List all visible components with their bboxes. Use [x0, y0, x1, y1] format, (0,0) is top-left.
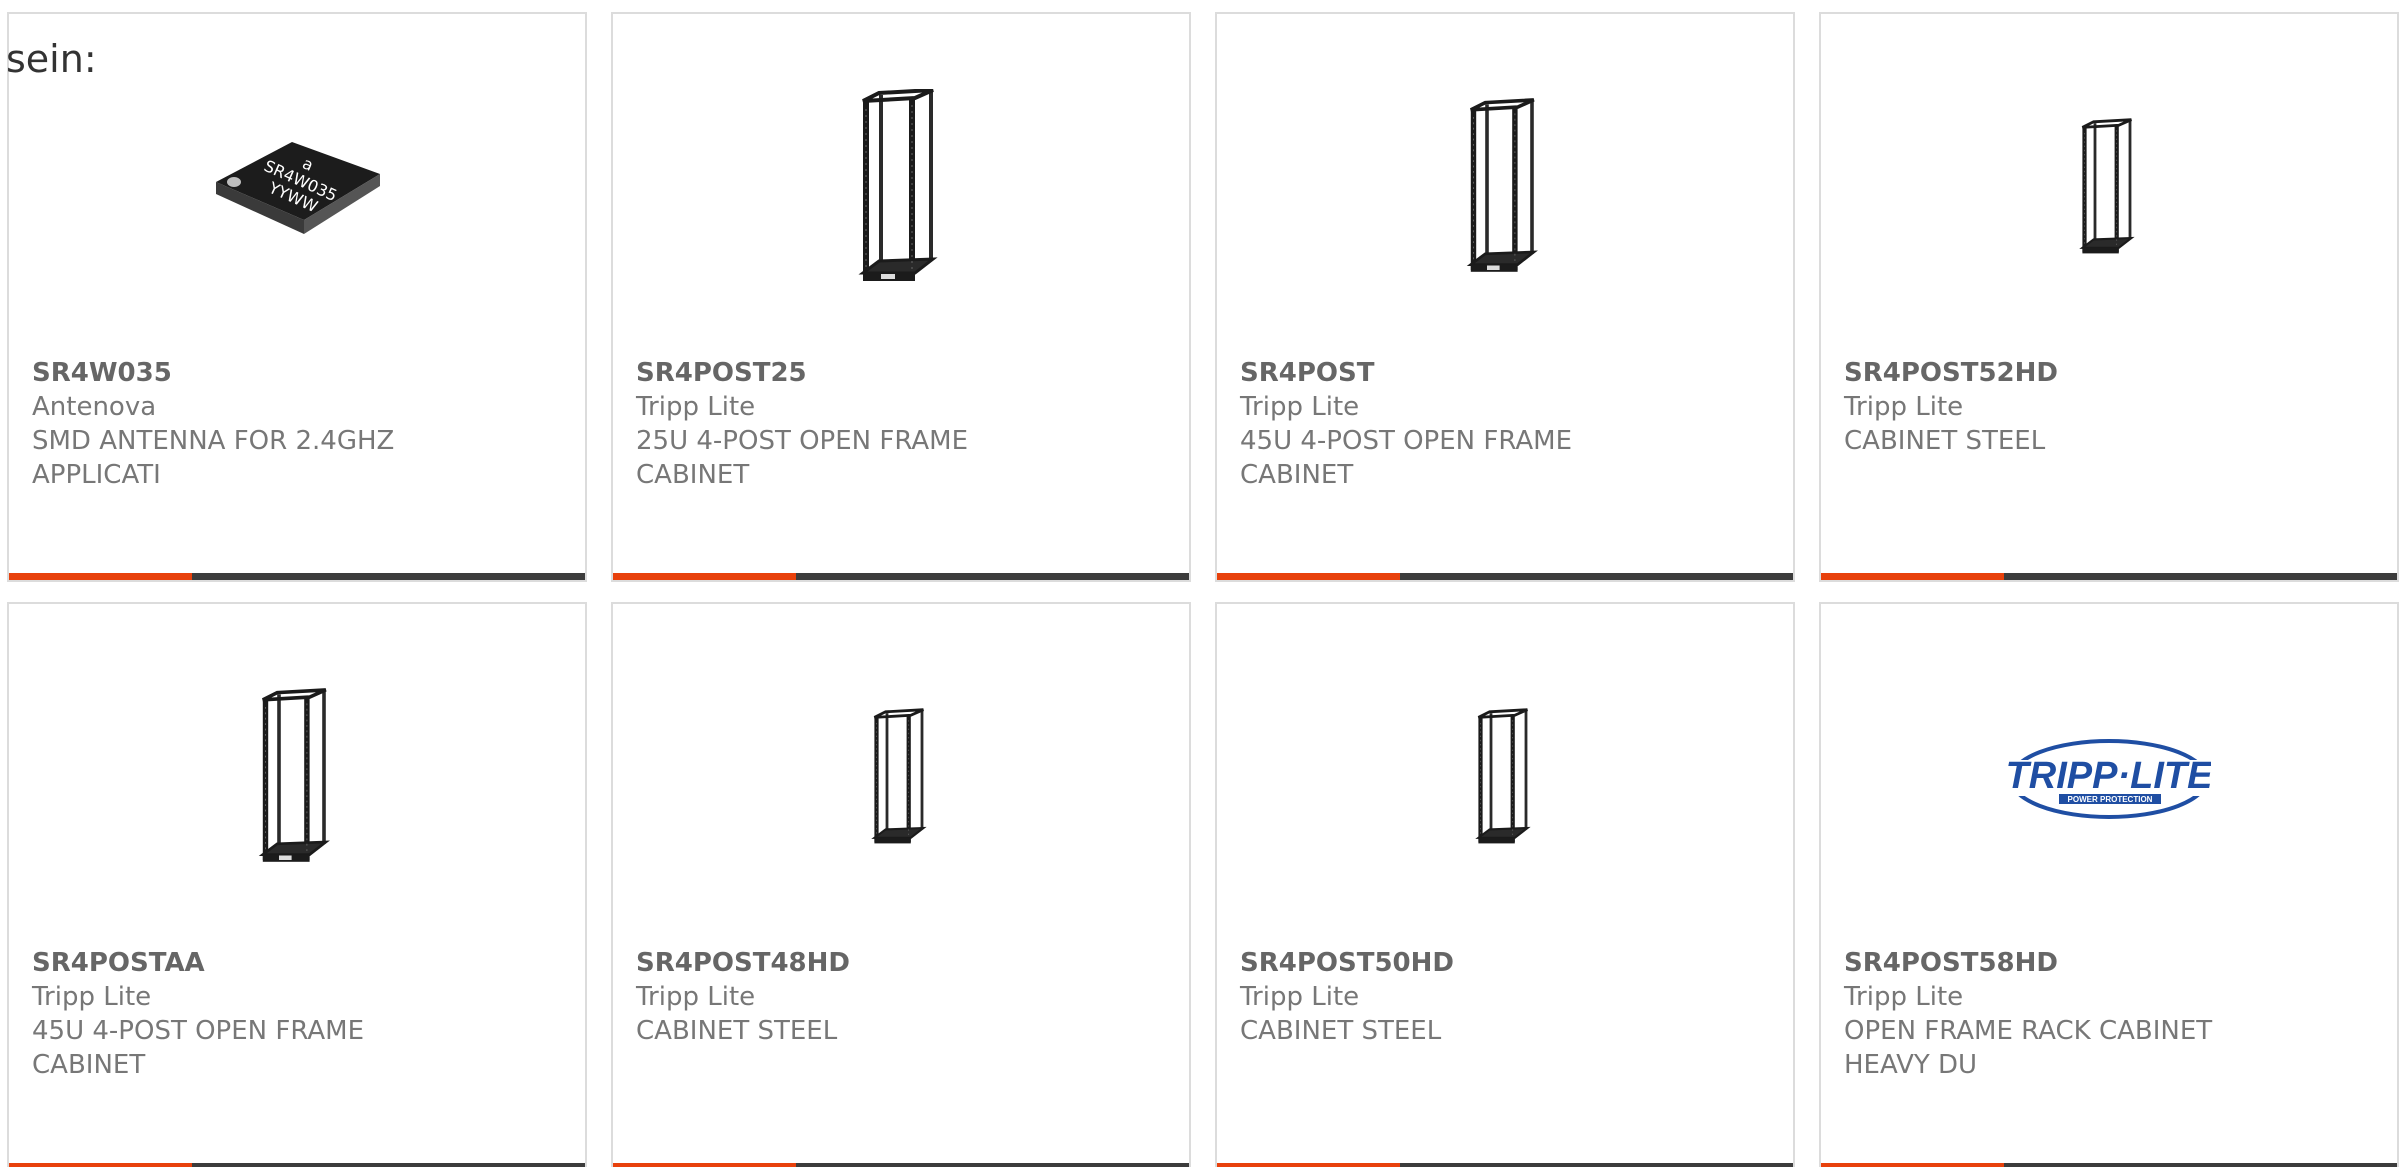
manufacturer-name: Tripp Lite	[32, 982, 152, 1012]
product-description: SMD ANTENNA FOR 2.4GHZ APPLICATI	[32, 426, 395, 490]
card-accent-stripe	[1821, 1163, 2004, 1167]
antenna-chip-image: aSR4W035YYWW	[216, 142, 380, 234]
product-image[interactable]	[613, 664, 1189, 894]
rack-frame-image	[2079, 118, 2135, 254]
product-info: SR4POST48HD Tripp Lite CABINET STEEL	[636, 946, 1169, 1048]
part-number-link[interactable]: SR4POSTAA	[32, 946, 565, 980]
product-image[interactable]	[1821, 74, 2397, 304]
rack-frame-image	[871, 708, 927, 844]
card-bottom-bar	[1217, 1163, 1793, 1167]
product-card[interactable]: SR4POST Tripp Lite 45U 4-POST OPEN FRAME C…	[1215, 12, 1795, 582]
part-number-link[interactable]: SR4POST52HD	[1844, 356, 2377, 390]
product-info: SR4POST25 Tripp Lite 25U 4-POST OPEN FRAME…	[636, 356, 1169, 492]
product-description: CABINET STEEL	[1844, 426, 2046, 456]
manufacturer-name: Tripp Lite	[1240, 982, 1360, 1012]
product-description: CABINET STEEL	[636, 1016, 838, 1046]
card-accent-stripe	[1821, 573, 2004, 580]
part-number-link[interactable]: SR4W035	[32, 356, 565, 390]
product-card[interactable]: TRIPP·LITE POWER PROTECTION SR4POST58HD Tri…	[1819, 602, 2399, 1167]
product-card[interactable]: SR4POST50HD Tripp Lite CABINET STEEL	[1215, 602, 1795, 1167]
manufacturer-name: Tripp Lite	[636, 982, 756, 1012]
product-card[interactable]: SR4POST25 Tripp Lite 25U 4-POST OPEN FRAME…	[611, 12, 1191, 582]
tripp-lite-logo: TRIPP·LITEPOWER PROTECTION	[2007, 739, 2211, 819]
stray-text: sein:	[6, 37, 97, 81]
rack-frame-image	[858, 89, 938, 281]
card-accent-stripe	[1217, 1163, 1400, 1167]
rack-frame-image	[1466, 98, 1538, 272]
part-number-link[interactable]: SR4POST50HD	[1240, 946, 1773, 980]
product-card[interactable]: SR4POST52HD Tripp Lite CABINET STEEL	[1819, 12, 2399, 582]
product-grid-page: sein: a SR4W035 YYWW SR4W035 Antenova SMD ANT…	[0, 0, 2400, 1167]
card-accent-stripe	[613, 573, 796, 580]
svg-text:POWER PROTECTION: POWER PROTECTION	[2068, 795, 2153, 804]
card-bottom-bar	[1821, 1163, 2397, 1167]
part-number-link[interactable]: SR4POST48HD	[636, 946, 1169, 980]
product-info: SR4POST50HD Tripp Lite CABINET STEEL	[1240, 946, 1773, 1048]
card-accent-stripe	[1217, 573, 1400, 580]
card-accent-stripe	[9, 573, 192, 580]
product-description: 45U 4-POST OPEN FRAME CABINET	[32, 1016, 364, 1080]
part-number-link[interactable]: SR4POST58HD	[1844, 946, 2377, 980]
rack-frame-image	[1475, 708, 1531, 844]
product-info: SR4POST58HD Tripp Lite OPEN FRAME RACK CAB…	[1844, 946, 2377, 1082]
part-number-link[interactable]: SR4POST	[1240, 356, 1773, 390]
svg-text:TRIPP·LITE: TRIPP·LITE	[2007, 755, 2211, 797]
product-description: CABINET STEEL	[1240, 1016, 1442, 1046]
product-image[interactable]	[613, 74, 1189, 304]
product-image[interactable]: a SR4W035 YYWW	[9, 74, 585, 304]
product-card[interactable]: SR4POSTAA Tripp Lite 45U 4-POST OPEN FRAME…	[7, 602, 587, 1167]
product-card[interactable]: a SR4W035 YYWW SR4W035 Antenova SMD ANTENNA F…	[7, 12, 587, 582]
product-description: 45U 4-POST OPEN FRAME CABINET	[1240, 426, 1572, 490]
card-bottom-bar	[9, 1163, 585, 1167]
product-info: SR4POST52HD Tripp Lite CABINET STEEL	[1844, 356, 2377, 458]
card-bottom-bar	[9, 573, 585, 580]
product-grid: a SR4W035 YYWW SR4W035 Antenova SMD ANTENNA F…	[7, 12, 2399, 1167]
manufacturer-name: Tripp Lite	[1844, 982, 1964, 1012]
product-description: OPEN FRAME RACK CABINET HEAVY DU	[1844, 1016, 2213, 1080]
rack-frame-image	[258, 688, 330, 862]
product-image[interactable]	[1217, 664, 1793, 894]
product-image[interactable]: TRIPP·LITE POWER PROTECTION	[1821, 664, 2397, 894]
product-description: 25U 4-POST OPEN FRAME CABINET	[636, 426, 968, 490]
manufacturer-name: Tripp Lite	[1240, 392, 1360, 422]
product-image[interactable]	[9, 664, 585, 894]
part-number-link[interactable]: SR4POST25	[636, 356, 1169, 390]
product-info: SR4W035 Antenova SMD ANTENNA FOR 2.4GHZ AP…	[32, 356, 565, 492]
card-accent-stripe	[9, 1163, 192, 1167]
product-info: SR4POST Tripp Lite 45U 4-POST OPEN FRAME C…	[1240, 356, 1773, 492]
card-bottom-bar	[1821, 573, 2397, 580]
product-image[interactable]	[1217, 74, 1793, 304]
product-card[interactable]: SR4POST48HD Tripp Lite CABINET STEEL	[611, 602, 1191, 1167]
card-accent-stripe	[613, 1163, 796, 1167]
manufacturer-name: Tripp Lite	[1844, 392, 1964, 422]
manufacturer-name: Antenova	[32, 392, 157, 422]
card-bottom-bar	[613, 1163, 1189, 1167]
manufacturer-name: Tripp Lite	[636, 392, 756, 422]
card-bottom-bar	[1217, 573, 1793, 580]
product-info: SR4POSTAA Tripp Lite 45U 4-POST OPEN FRAME…	[32, 946, 565, 1082]
card-bottom-bar	[613, 573, 1189, 580]
